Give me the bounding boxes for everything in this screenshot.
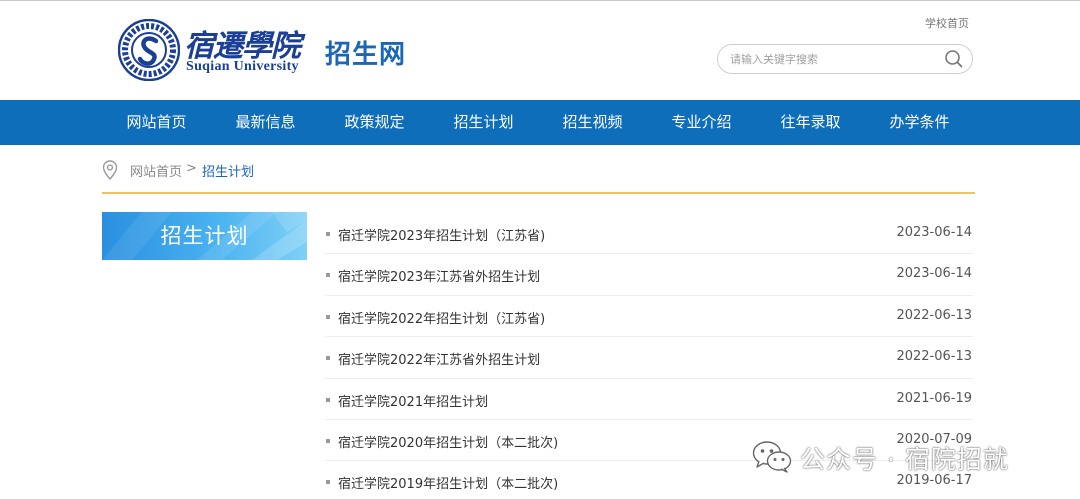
list-item-title[interactable]: 宿迁学院2023年招生计划（江苏省) bbox=[338, 225, 545, 244]
list-item-title[interactable]: 宿迁学院2020年招生计划（本二批次) bbox=[338, 432, 558, 451]
school-home-link[interactable]: 学校首页 bbox=[925, 15, 969, 31]
site-title: 招生网 bbox=[325, 40, 407, 70]
breadcrumb-current[interactable]: 招生计划 bbox=[202, 161, 254, 180]
list-item-title[interactable]: 宿迁学院2023年江苏省外招生计划 bbox=[338, 266, 540, 285]
list-item[interactable]: 宿迁学院2023年江苏省外招生计划 2023-06-14 bbox=[325, 254, 973, 296]
breadcrumb-separator: > bbox=[186, 161, 197, 176]
nav-enrollment-video[interactable]: 招生视频 bbox=[538, 100, 647, 145]
site-header: 宿遷學院 Suqian University 招生网 学校首页 bbox=[0, 1, 1080, 100]
search-box[interactable] bbox=[717, 44, 973, 74]
wechat-watermark: 公众号 · 宿院招就 bbox=[752, 438, 1052, 478]
breadcrumb-home-link[interactable]: 网站首页 bbox=[130, 161, 182, 180]
list-item-date: 2022-06-13 bbox=[896, 349, 972, 365]
list-item-title[interactable]: 宿迁学院2022年江苏省外招生计划 bbox=[338, 349, 540, 368]
logo-english-name: Suqian University bbox=[186, 59, 299, 74]
nav-policies[interactable]: 政策规定 bbox=[320, 100, 429, 145]
list-item-title[interactable]: 宿迁学院2019年招生计划（本二批次) bbox=[338, 473, 558, 492]
bullet-icon bbox=[326, 438, 330, 443]
bullet-icon bbox=[326, 273, 330, 278]
bullet-icon bbox=[326, 314, 330, 319]
list-item-title[interactable]: 宿迁学院2021年招生计划 bbox=[338, 391, 488, 410]
search-input[interactable] bbox=[730, 51, 930, 67]
nav-latest-news[interactable]: 最新信息 bbox=[211, 100, 320, 145]
bullet-icon bbox=[326, 480, 330, 485]
university-logo[interactable]: 宿遷學院 Suqian University bbox=[118, 19, 303, 81]
main-navigation: 网站首页 最新信息 政策规定 招生计划 招生视频 专业介绍 往年录取 办学条件 bbox=[0, 100, 1080, 145]
wechat-icon bbox=[752, 441, 792, 473]
bullet-icon bbox=[326, 232, 330, 236]
list-item-title[interactable]: 宿迁学院2022年招生计划（江苏省) bbox=[338, 308, 545, 327]
list-item[interactable]: 宿迁学院2022年招生计划（江苏省) 2022-06-13 bbox=[325, 296, 973, 338]
nav-enrollment-plan[interactable]: 招生计划 bbox=[429, 100, 538, 145]
bullet-icon bbox=[326, 397, 330, 402]
search-icon[interactable] bbox=[944, 49, 964, 69]
nav-past-admissions[interactable]: 往年录取 bbox=[756, 100, 865, 145]
list-item-date: 2021-06-19 bbox=[896, 390, 972, 406]
list-item[interactable]: 宿迁学院2023年招生计划（江苏省) 2023-06-14 bbox=[325, 213, 973, 255]
list-item[interactable]: 宿迁学院2021年招生计划 2021-06-19 bbox=[325, 379, 973, 420]
location-pin-icon bbox=[102, 160, 118, 180]
list-item-date: 2023-06-14 bbox=[896, 225, 972, 240]
watermark-text: 公众号 · 宿院招就 bbox=[800, 445, 1009, 474]
nav-facilities[interactable]: 办学条件 bbox=[865, 100, 974, 145]
breadcrumb-divider bbox=[102, 192, 975, 194]
sidebar-title-text: 招生计划 bbox=[160, 224, 249, 248]
nav-majors[interactable]: 专业介绍 bbox=[647, 100, 756, 145]
sidebar-section-title: 招生计划 bbox=[102, 212, 307, 260]
university-seal-icon bbox=[118, 19, 180, 81]
nav-home[interactable]: 网站首页 bbox=[102, 100, 211, 145]
bullet-icon bbox=[326, 356, 330, 361]
list-item-date: 2023-06-14 bbox=[896, 266, 972, 282]
list-item[interactable]: 宿迁学院2022年江苏省外招生计划 2022-06-13 bbox=[325, 337, 973, 379]
list-item-date: 2022-06-13 bbox=[896, 307, 972, 323]
